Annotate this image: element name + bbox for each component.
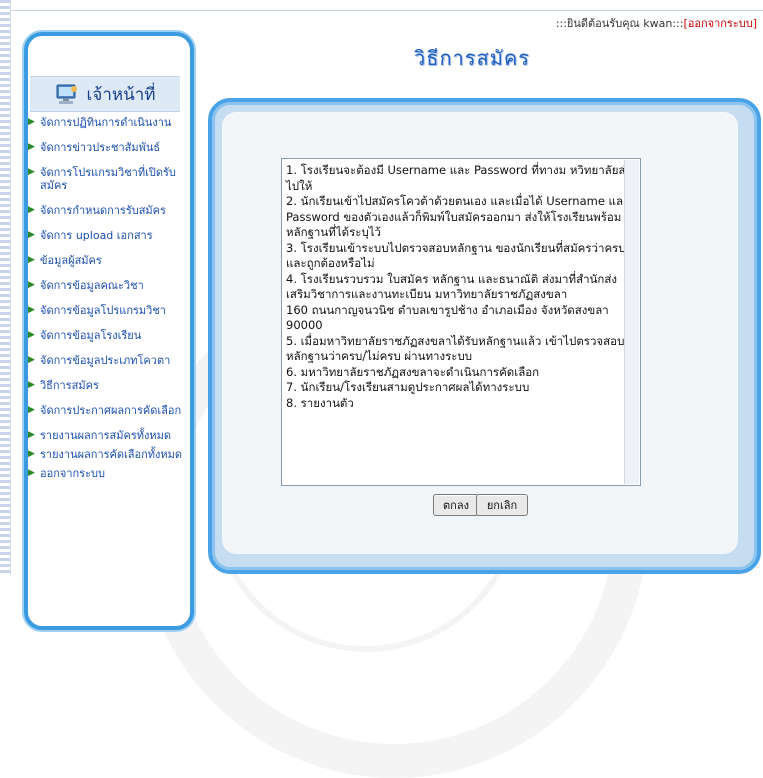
sidebar-item-label: จัดการปฏิทินการดำเนินงาน — [40, 116, 172, 129]
sidebar-item-label: จัดการข้อมูลโปรแกรมวิชา — [40, 304, 166, 317]
bullet-icon: ▶ — [28, 230, 35, 240]
sidebar-item-faculty[interactable]: ▶ จัดการข้อมูลคณะวิชา — [28, 279, 184, 292]
bullet-icon: ▶ — [28, 117, 35, 127]
user-greeting: :::ยินดีต้อนรับคุณ kwan:::[ออกจากระบบ] — [556, 14, 757, 32]
sidebar-item-application-report[interactable]: ▶ รายงานผลการสมัครทั้งหมด — [28, 429, 184, 442]
bullet-icon: ▶ — [28, 167, 35, 177]
instruction-line: 4. โรงเรียนรวบรวม ใบสมัคร หลักฐาน และธนา… — [286, 271, 618, 302]
bullet-icon: ▶ — [28, 255, 35, 265]
sidebar-heading-label: เจ้าหน้าที่ — [86, 84, 156, 105]
sidebar-item-applicants[interactable]: ▶ ข้อมูลผู้สมัคร — [28, 254, 184, 267]
ok-button[interactable]: ตกลง — [433, 494, 479, 516]
bullet-icon: ▶ — [28, 380, 35, 390]
instructions-textarea[interactable]: 1. โรงเรียนจะต้องมี Username และ Passwor… — [281, 158, 641, 486]
instruction-line: 1. โรงเรียนจะต้องมี Username และ Passwor… — [286, 163, 632, 193]
sidebar-item-label: จัดการข้อมูลโรงเรียน — [40, 329, 142, 342]
bullet-icon: ▶ — [28, 280, 35, 290]
bullet-icon: ▶ — [28, 355, 35, 365]
sidebar-item-label: รายงานผลการคัดเลือกทั้งหมด — [40, 448, 183, 461]
sidebar-item-quota-types[interactable]: ▶ จัดการข้อมูลประเภทโควตา — [28, 354, 184, 367]
page-title: วิธีการสมัคร — [414, 46, 531, 70]
sidebar-item-news[interactable]: ▶ จัดการข่าวประชาสัมพันธ์ — [28, 141, 184, 154]
sidebar-item-schedule[interactable]: ▶ จัดการปฏิทินการดำเนินงาน — [28, 116, 184, 129]
sidebar-item-programs[interactable]: ▶ จัดการข้อมูลโปรแกรมวิชา — [28, 304, 184, 317]
instruction-line: 6. มหาวิทยาลัยราชภัฏสงขลาจะดำเนินการคัดเ… — [286, 364, 540, 379]
sidebar-item-application-dates[interactable]: ▶ จัดการกำหนดการรับสมัคร — [28, 204, 184, 217]
sidebar-menu: ▶ จัดการปฏิทินการดำเนินงาน ▶ จัดการข่าวป… — [28, 116, 184, 492]
bullet-icon: ▶ — [28, 449, 35, 459]
bullet-icon: ▶ — [28, 205, 35, 215]
instruction-line: 7. นักเรียน/โรงเรียนสามดูประกาศผลได้ทางร… — [286, 380, 530, 394]
sidebar-item-schools[interactable]: ▶ จัดการข้อมูลโรงเรียน — [28, 329, 184, 342]
sidebar-item-label: จัดการโปรแกรมวิชาที่เปิดรับสมัคร — [40, 166, 176, 192]
sidebar-item-open-programs[interactable]: ▶ จัดการโปรแกรมวิชาที่เปิดรับสมัคร — [28, 166, 184, 192]
left-decorative-border — [0, 0, 11, 575]
greeting-text: :::ยินดีต้อนรับคุณ kwan::: — [555, 17, 684, 30]
sidebar-item-label: จัดการข้อมูลประเภทโควตา — [40, 354, 171, 367]
sidebar-item-label: ออกจากระบบ — [40, 467, 105, 480]
instruction-line: 8. รายงานตัว — [286, 395, 354, 410]
sidebar-item-announce-results[interactable]: ▶ จัดการประกาศผลการคัดเลือก — [28, 404, 184, 417]
instruction-line: 2. นักเรียนเข้าไปสมัครโควต้าด้วยตนเอง แล… — [286, 194, 630, 239]
logout-link[interactable]: [ออกจากระบบ] — [683, 17, 757, 30]
sidebar-item-selection-report[interactable]: ▶ รายงานผลการคัดเลือกทั้งหมด — [28, 448, 184, 461]
sidebar-item-label: จัดการประกาศผลการคัดเลือก — [40, 404, 182, 417]
sidebar-item-label: จัดการข่าวประชาสัมพันธ์ — [40, 141, 161, 154]
sidebar-item-logout[interactable]: ▶ ออกจากระบบ — [28, 467, 184, 480]
bullet-icon: ▶ — [28, 330, 35, 340]
cancel-button[interactable]: ยกเลิก — [476, 494, 528, 516]
instruction-line: 5. เมื่อมหาวิทยาลัยราชภัฏสงขลาได้รับหลัก… — [286, 333, 625, 364]
textarea-scrollbar[interactable] — [624, 160, 639, 484]
bullet-icon: ▶ — [28, 430, 35, 440]
instruction-line: 3. โรงเรียนเข้าระบบไปตรวจสอบหลักฐาน ของน… — [286, 240, 626, 271]
sidebar-item-label: จัดการข้อมูลคณะวิชา — [40, 279, 144, 292]
instruction-line: 160 ถนนกาญจนวนิช ตำบลเขารูปช้าง อำเภอเมื… — [286, 302, 613, 333]
top-divider — [10, 10, 763, 11]
sidebar-item-label: จัดการ upload เอกสาร — [40, 229, 153, 242]
bullet-icon: ▶ — [28, 142, 35, 152]
sidebar-heading: เจ้าหน้าที่ — [30, 76, 180, 112]
bullet-icon: ▶ — [28, 468, 35, 478]
sidebar-item-label: ข้อมูลผู้สมัคร — [40, 254, 102, 267]
sidebar-item-how-to-apply[interactable]: ▶ วิธีการสมัคร — [28, 379, 184, 392]
sidebar-item-label: วิธีการสมัคร — [40, 379, 99, 392]
sidebar-item-label: จัดการกำหนดการรับสมัคร — [40, 204, 166, 217]
sidebar-item-upload[interactable]: ▶ จัดการ upload เอกสาร — [28, 229, 184, 242]
bullet-icon: ▶ — [28, 305, 35, 315]
sidebar-item-label: รายงานผลการสมัครทั้งหมด — [40, 429, 172, 442]
bullet-icon: ▶ — [28, 405, 35, 415]
staff-computer-icon — [55, 83, 79, 105]
